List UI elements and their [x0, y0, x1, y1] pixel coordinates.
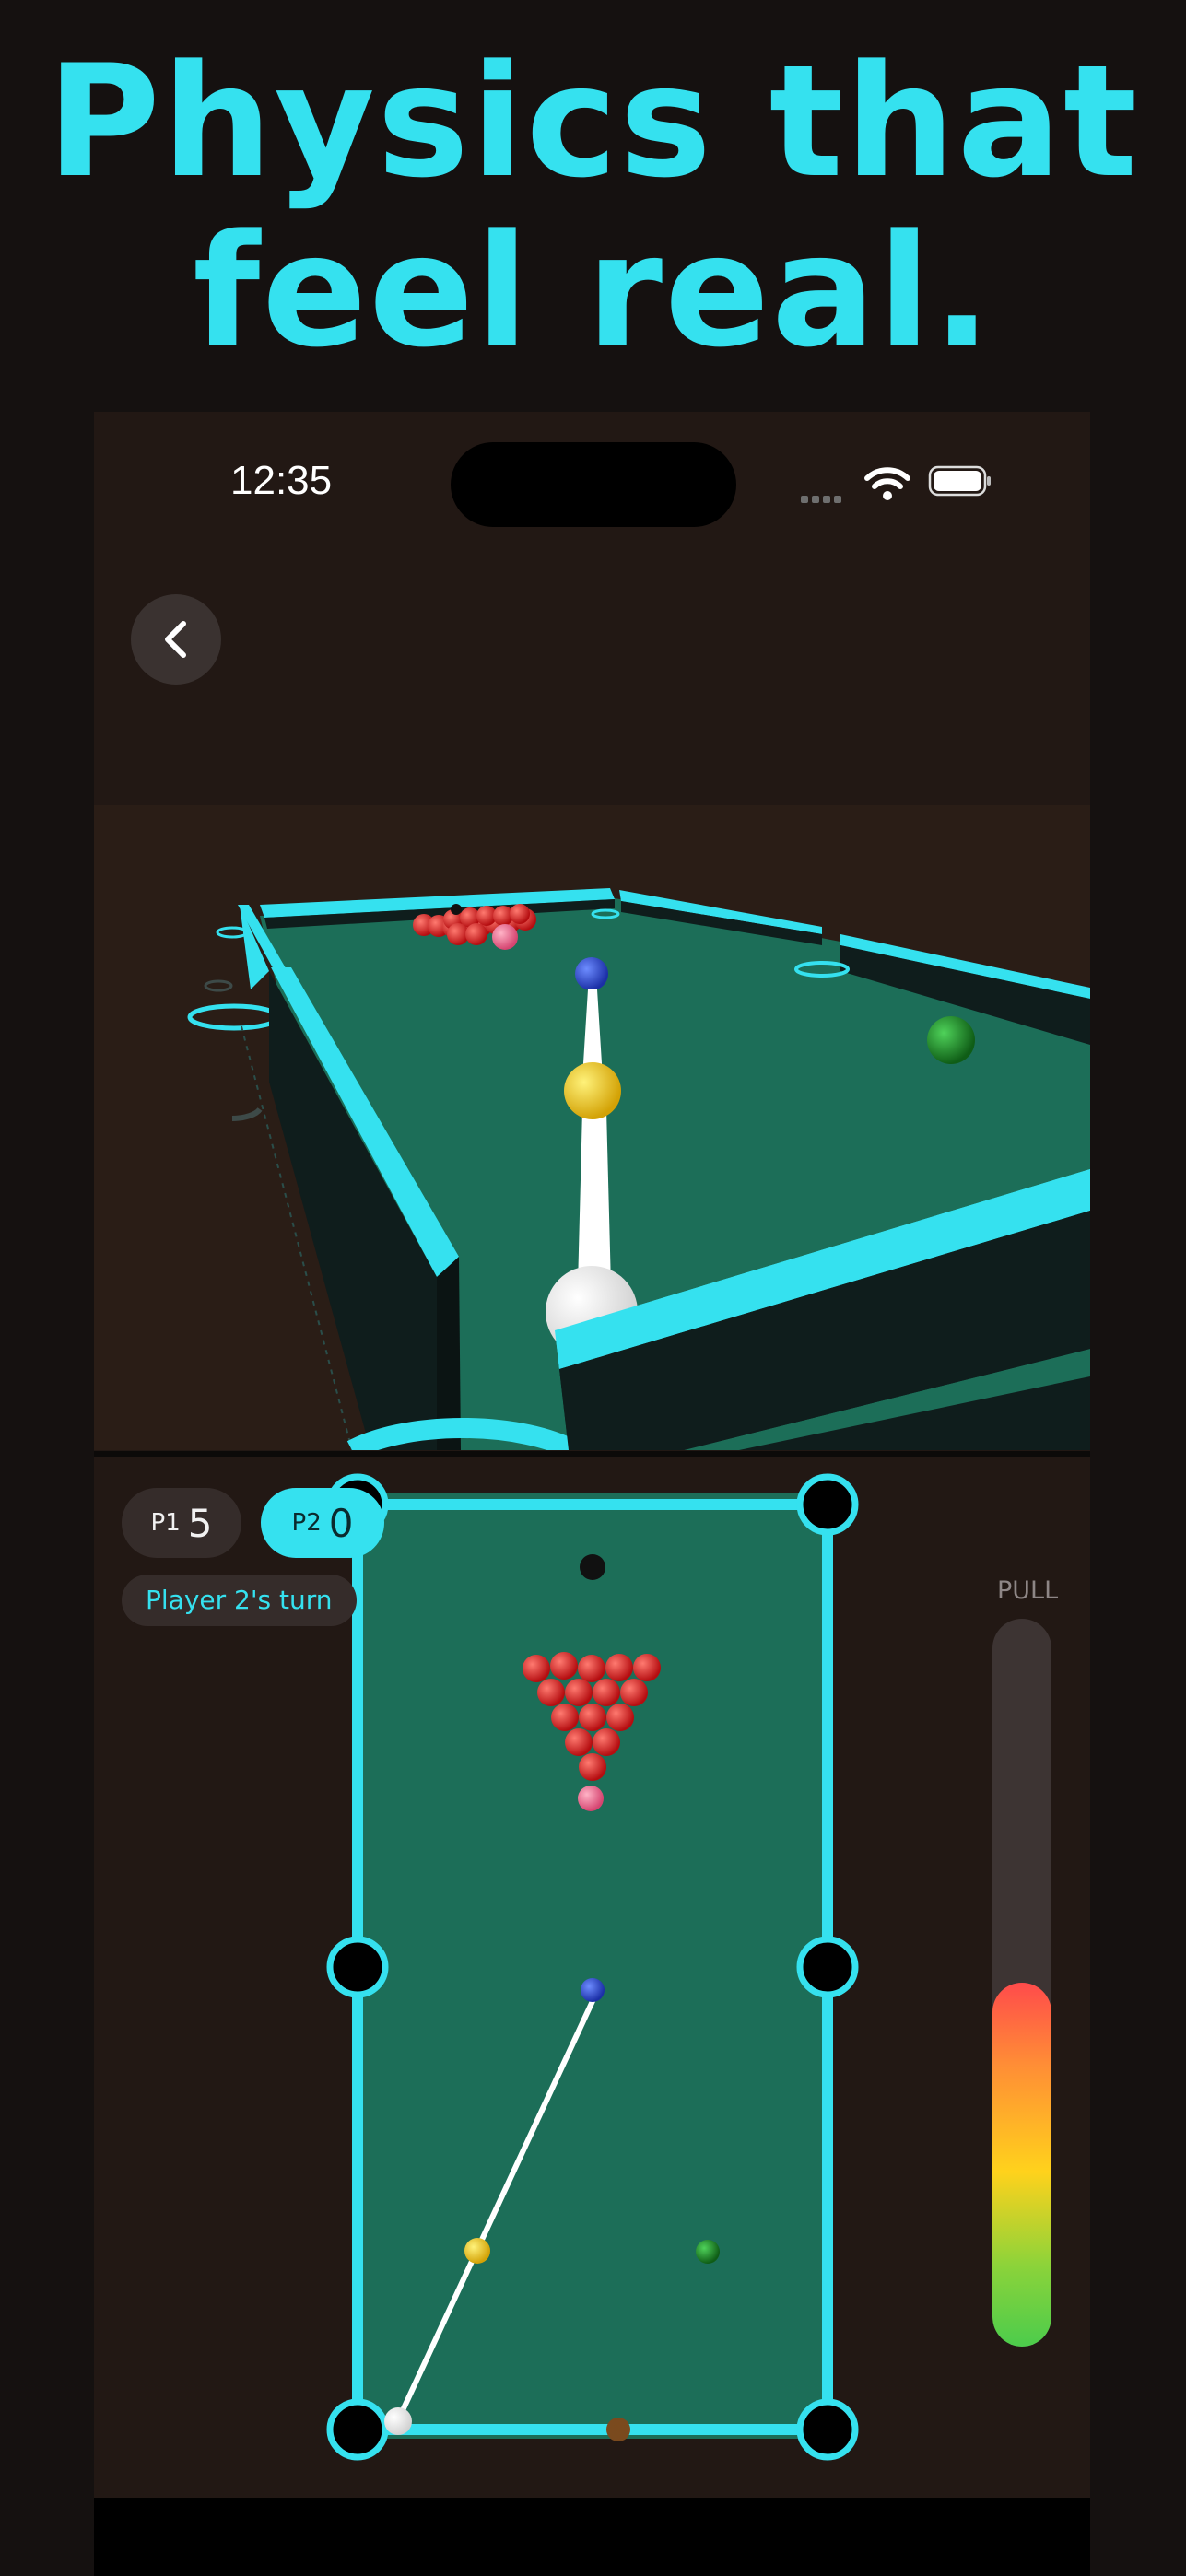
battery-icon [928, 465, 991, 497]
chevron-left-icon [165, 621, 186, 658]
pocket-mid-right-2d [796, 1936, 859, 1998]
signal-dots-icon [801, 489, 845, 507]
phone-screen: 12:35 P1 5 P2 0 Player 2's turn PULL [94, 412, 1090, 2576]
p1-score: 5 [187, 1500, 213, 1546]
pocket-bottom-left [326, 2398, 389, 2461]
green-ball [696, 2240, 720, 2264]
rail-top [358, 1499, 828, 1510]
wifi-icon [864, 467, 910, 500]
bottom-bar [94, 2498, 1090, 2576]
pink-ball-3d [492, 924, 518, 950]
headline: Physics that feel real. [0, 37, 1186, 376]
cue-ball[interactable] [384, 2407, 412, 2435]
headline-line-2: feel real. [193, 201, 993, 381]
status-time: 12:35 [230, 458, 333, 503]
green-ball-3d [927, 1016, 975, 1064]
table-3d-view[interactable] [94, 805, 1090, 1450]
p2-label: P2 [291, 1509, 322, 1537]
pink-ball [578, 1786, 604, 1811]
power-meter[interactable] [992, 1619, 1051, 2347]
table-felt-2d [358, 1493, 828, 2439]
brown-ball [606, 2418, 630, 2441]
headline-line-1: Physics that [46, 31, 1140, 212]
dynamic-island [451, 442, 736, 527]
p2-score: 0 [328, 1500, 354, 1546]
pocket-bottom-right [796, 2398, 859, 2461]
yellow-ball [464, 2238, 490, 2264]
score-chip-p2: P2 0 [261, 1488, 384, 1558]
power-meter-label: PULL [997, 1576, 1059, 1605]
score-chip-p1: P1 5 [122, 1488, 241, 1558]
turn-indicator: Player 2's turn [122, 1575, 357, 1626]
yellow-ball-3d [564, 1062, 621, 1119]
pocket-mid-left-2d [326, 1936, 389, 1998]
back-button[interactable] [131, 594, 221, 685]
p1-label: P1 [150, 1509, 181, 1537]
pocket-top-right [796, 1473, 859, 1536]
blue-ball-3d [575, 957, 608, 990]
blue-ball [581, 1978, 605, 2002]
status-bar: 12:35 [94, 412, 1090, 550]
rail-bottom [358, 2424, 828, 2435]
black-ball-3d [451, 904, 462, 915]
power-meter-fill [992, 1983, 1051, 2347]
black-ball [580, 1554, 605, 1580]
